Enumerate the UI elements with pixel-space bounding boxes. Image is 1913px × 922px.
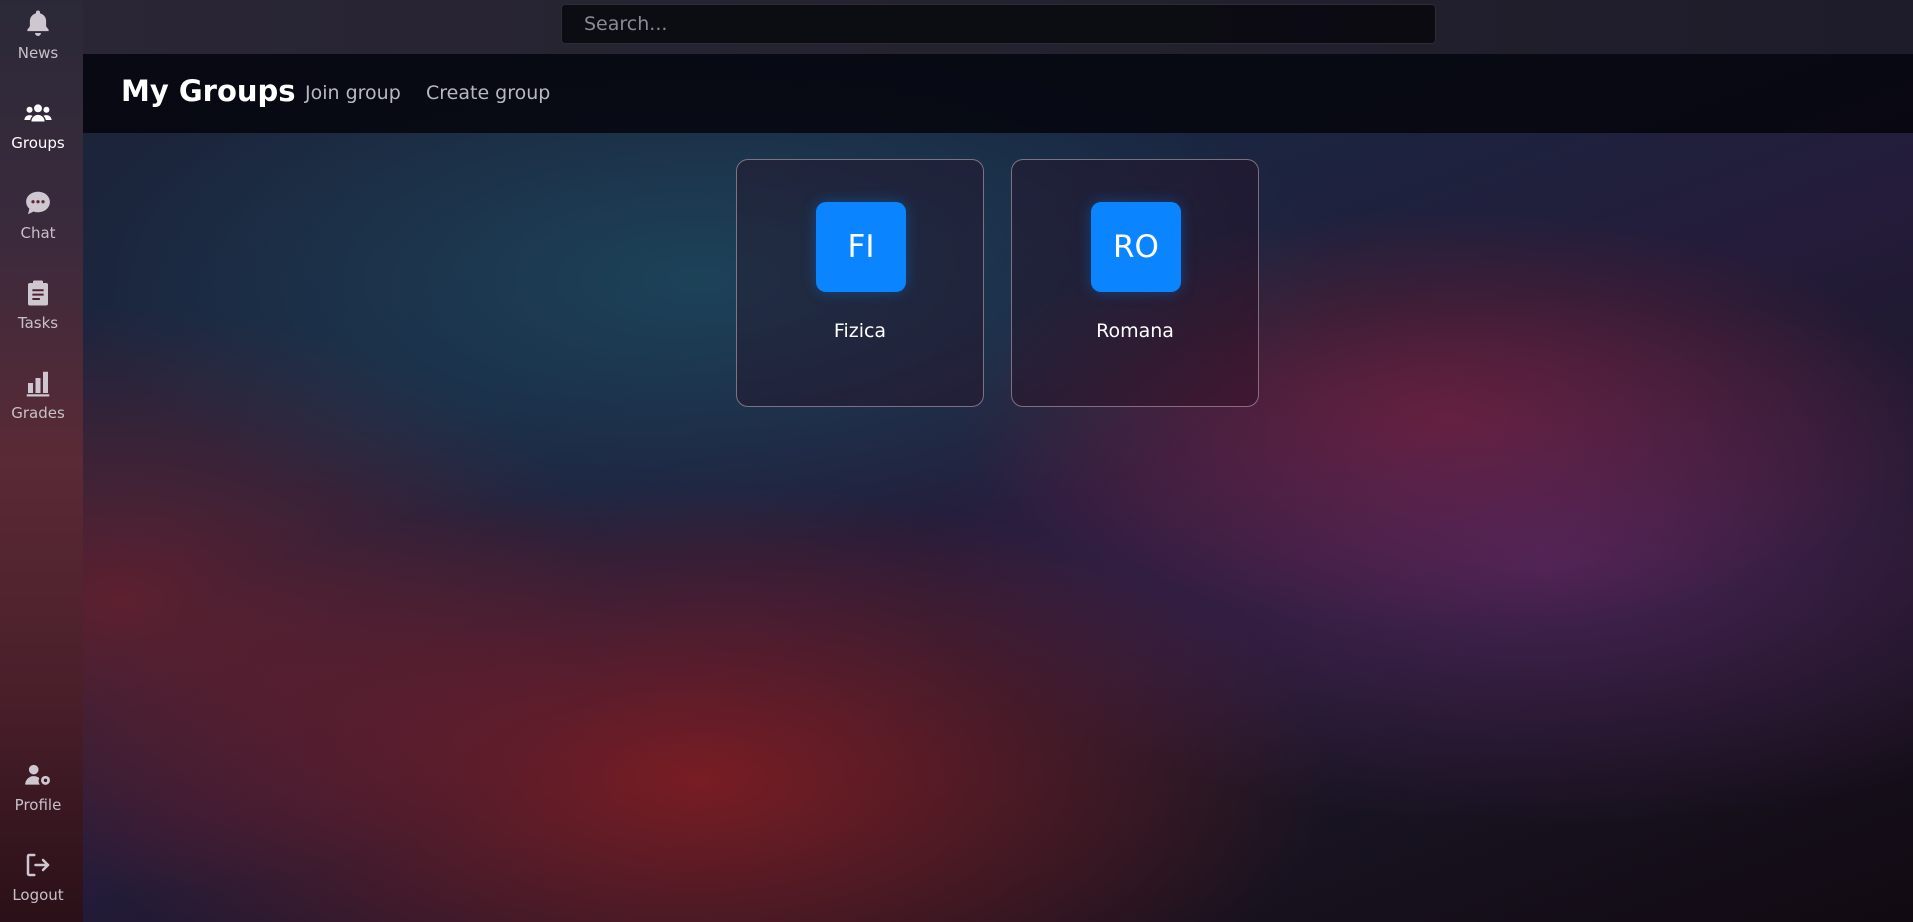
bell-icon bbox=[0, 8, 76, 40]
sidebar-item-label: Chat bbox=[20, 224, 56, 242]
sidebar-item-logout[interactable]: Logout bbox=[0, 850, 76, 904]
group-card-romana[interactable]: RO Romana bbox=[1011, 159, 1259, 407]
sidebar-item-label: Groups bbox=[11, 134, 65, 152]
sidebar-item-tasks[interactable]: Tasks bbox=[0, 278, 76, 332]
create-group-link[interactable]: Create group bbox=[426, 82, 550, 104]
sidebar-item-grades[interactable]: Grades bbox=[0, 368, 76, 422]
logout-icon bbox=[0, 850, 76, 882]
group-name: Fizica bbox=[833, 320, 887, 342]
sidebar-item-profile[interactable]: Profile bbox=[0, 760, 76, 814]
sidebar-item-label: Tasks bbox=[17, 314, 59, 332]
search-input[interactable] bbox=[561, 4, 1436, 44]
group-avatar: FI bbox=[816, 202, 906, 292]
top-bar bbox=[0, 0, 1913, 54]
bar-chart-icon bbox=[0, 368, 76, 400]
sidebar-item-label: Logout bbox=[12, 886, 64, 904]
sidebar-item-label: Profile bbox=[14, 796, 62, 814]
page-header: My Groups Join group Create group bbox=[83, 54, 1913, 133]
user-gear-icon bbox=[0, 760, 76, 792]
sidebar-item-chat[interactable]: Chat bbox=[0, 188, 76, 242]
group-avatar: RO bbox=[1091, 202, 1181, 292]
chat-icon bbox=[0, 188, 76, 220]
group-name: Romana bbox=[1096, 320, 1174, 342]
join-group-link[interactable]: Join group bbox=[305, 82, 401, 104]
sidebar-item-label: News bbox=[17, 44, 59, 62]
sidebar-item-groups[interactable]: Groups bbox=[0, 98, 76, 152]
sidebar-item-label: Grades bbox=[11, 404, 65, 422]
users-icon bbox=[0, 98, 76, 130]
sidebar-item-news[interactable]: News bbox=[0, 8, 76, 62]
sidebar: News Groups Chat Tasks Grades Profile Lo… bbox=[0, 0, 83, 922]
clipboard-icon bbox=[0, 278, 76, 310]
group-card-fizica[interactable]: FI Fizica bbox=[736, 159, 984, 407]
page-title: My Groups bbox=[121, 74, 296, 108]
